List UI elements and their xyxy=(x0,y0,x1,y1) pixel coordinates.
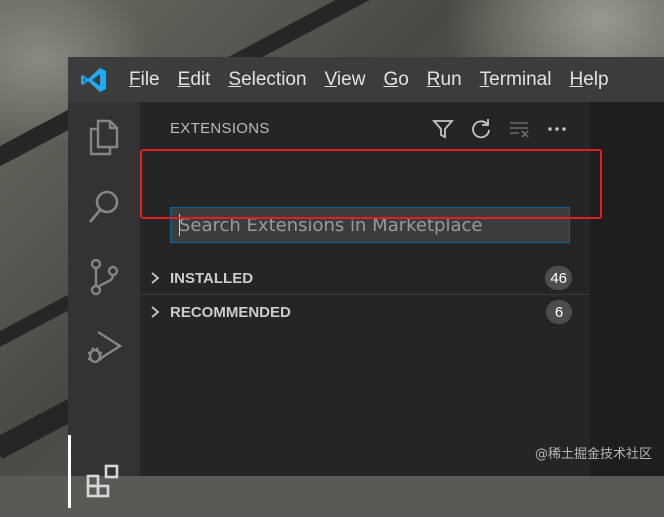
menu-file[interactable]: File xyxy=(120,57,169,102)
section-label: INSTALLED xyxy=(170,269,254,287)
run-debug-icon[interactable] xyxy=(68,312,140,382)
refresh-icon[interactable] xyxy=(468,116,494,142)
section-label: RECOMMENDED xyxy=(170,303,291,321)
activity-bar xyxy=(68,102,140,508)
menu-run[interactable]: Run xyxy=(418,57,471,102)
menu-selection[interactable]: Selection xyxy=(219,57,315,102)
menu-mnemonic: V xyxy=(324,69,337,90)
source-control-icon[interactable] xyxy=(68,242,140,312)
menu-mnemonic: H xyxy=(569,69,584,90)
annotation-highlight-box xyxy=(140,149,602,219)
explorer-icon[interactable] xyxy=(68,102,140,172)
menu-mnemonic: R xyxy=(426,69,441,90)
menu-view[interactable]: View xyxy=(316,57,375,102)
clear-icon[interactable] xyxy=(506,116,532,142)
menu-mnemonic: E xyxy=(177,69,191,90)
menu-label: o xyxy=(398,69,409,90)
watermark: @稀土掘金技术社区 xyxy=(534,447,652,462)
menu-help[interactable]: Help xyxy=(560,57,617,102)
menu-label: iew xyxy=(336,69,366,90)
search-icon[interactable] xyxy=(68,172,140,242)
menu-mnemonic: F xyxy=(129,69,141,90)
menu-go[interactable]: Go xyxy=(374,57,417,102)
menu-mnemonic: G xyxy=(383,69,399,90)
menu-label: ile xyxy=(140,69,160,90)
count-badge: 6 xyxy=(546,300,572,324)
filter-icon[interactable] xyxy=(430,116,456,142)
chevron-right-icon xyxy=(140,305,170,319)
menu-terminal[interactable]: Terminal xyxy=(471,57,561,102)
menu-label: elp xyxy=(583,69,609,90)
menu-label: dit xyxy=(190,69,211,90)
more-icon[interactable] xyxy=(544,116,570,142)
menu-edit[interactable]: Edit xyxy=(169,57,220,102)
vscode-logo-icon xyxy=(68,57,120,102)
menu-label: un xyxy=(440,69,462,90)
menu-mnemonic: S xyxy=(228,69,242,90)
extensions-icon[interactable] xyxy=(68,447,140,517)
vscode-window: File Edit Selection View Go Run Terminal… xyxy=(68,57,664,508)
section-installed[interactable]: INSTALLED 46 xyxy=(140,262,590,295)
menu-mnemonic: T xyxy=(479,69,490,90)
menu-bar: File Edit Selection View Go Run Terminal… xyxy=(68,57,664,102)
active-indicator xyxy=(68,435,71,508)
chevron-right-icon xyxy=(140,271,170,285)
count-badge: 46 xyxy=(545,266,572,290)
sidebar-title: EXTENSIONS xyxy=(170,120,270,137)
sidebar-actions xyxy=(430,116,570,142)
menu-label: election xyxy=(241,69,307,90)
menu-label: erminal xyxy=(489,69,552,90)
section-recommended[interactable]: RECOMMENDED 6 xyxy=(140,296,590,328)
